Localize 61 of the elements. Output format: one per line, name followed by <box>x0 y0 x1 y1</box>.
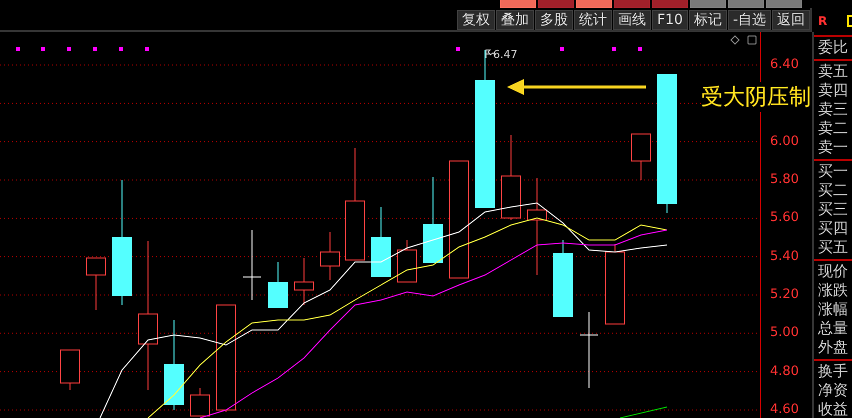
toolbar-button[interactable]: F10 <box>652 10 688 30</box>
cut-off-tab[interactable] <box>690 0 726 8</box>
toolbar-button[interactable]: 返回 <box>772 10 810 30</box>
quote-label: 涨幅 <box>817 300 849 319</box>
cut-off-tab[interactable] <box>538 0 574 8</box>
cut-off-tab[interactable] <box>652 0 688 8</box>
price-tick-label: 4.60 <box>770 402 799 418</box>
candlestick <box>60 350 80 390</box>
quote-label: 卖五 <box>817 62 849 81</box>
candlestick <box>371 206 391 278</box>
quote-label: 总量 <box>817 319 849 338</box>
quote-label: 卖二 <box>817 119 849 138</box>
cut-off-tab[interactable] <box>728 0 764 8</box>
quote-label: 买四 <box>817 219 849 238</box>
quote-label: 收益 <box>817 400 849 418</box>
square-icon <box>748 36 756 44</box>
candlestick <box>190 388 210 416</box>
quote-label: 现价 <box>817 262 849 281</box>
quote-label: 买五 <box>817 238 849 257</box>
candlestick <box>242 230 262 300</box>
toolbar-button[interactable]: 多股 <box>535 10 574 30</box>
price-tick-label: 5.20 <box>770 286 799 303</box>
cut-off-tab[interactable] <box>766 0 802 8</box>
toolbar-button[interactable]: 复权 <box>457 10 496 30</box>
quote-label: 卖四 <box>817 81 849 100</box>
quote-label: 委比 <box>817 38 849 57</box>
quote-label: 外盘 <box>817 338 849 357</box>
diamond-icon <box>730 35 740 45</box>
quote-label: 买三 <box>817 200 849 219</box>
price-tick-label: 6.40 <box>770 57 799 73</box>
cut-off-tab[interactable] <box>500 0 536 8</box>
quote-label: 涨跌 <box>817 281 849 300</box>
quote-label: 卖一 <box>817 138 849 157</box>
cut-off-tab[interactable] <box>614 0 650 8</box>
quote-label: 买一 <box>817 162 849 181</box>
price-tick-label: 5.60 <box>770 210 799 226</box>
price-tick-label: 6.00 <box>770 134 799 150</box>
candlestick <box>320 232 340 280</box>
annotation-text: 受大阴压制 <box>701 82 811 112</box>
status-label: R <box>818 14 828 28</box>
candlestick <box>397 240 417 282</box>
price-tick-label: 4.80 <box>770 364 799 380</box>
quote-label: 换手 <box>817 362 849 381</box>
price-tick-label: 5.00 <box>770 325 799 342</box>
toolbar-button[interactable]: 画线 <box>613 10 652 30</box>
quote-label: 卖三 <box>817 100 849 119</box>
price-tick-label: 5.80 <box>770 172 799 188</box>
toolbar-button[interactable]: -自选 <box>728 10 771 30</box>
quote-label: 净资 <box>817 381 849 400</box>
candlestick <box>631 134 651 180</box>
candlestick <box>86 258 106 310</box>
toolbar-button[interactable]: 标记 <box>688 10 727 30</box>
candlestick <box>294 258 314 306</box>
candlestick <box>268 262 288 308</box>
toolbar-button[interactable]: 统计 <box>574 10 612 30</box>
peak-price-label: 6.47 <box>493 48 518 61</box>
frame-icon <box>847 15 852 27</box>
quote-label: 买二 <box>817 181 849 200</box>
toolbar-button[interactable]: 叠加 <box>496 10 534 30</box>
price-tick-label: 5.40 <box>770 248 799 265</box>
cut-off-tab[interactable] <box>576 0 612 8</box>
